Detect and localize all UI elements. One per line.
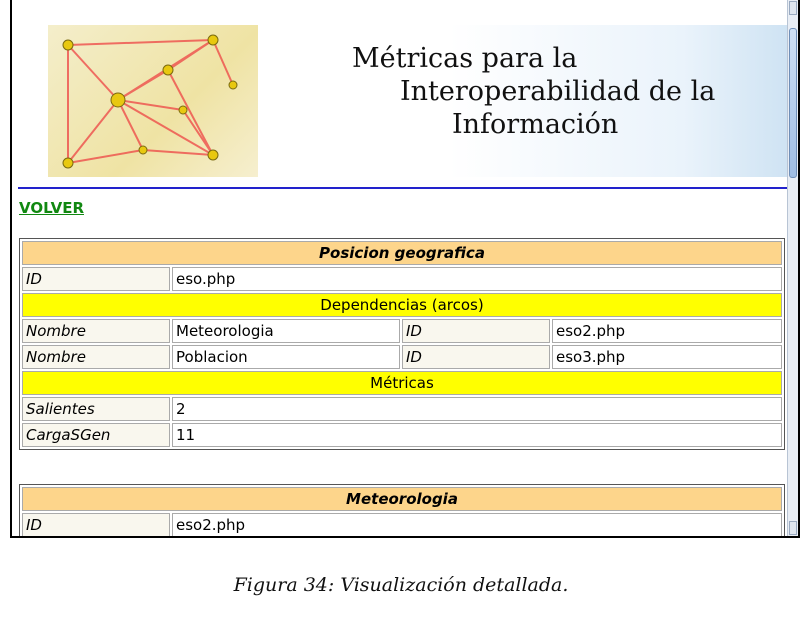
node-table-posicion-geografica: Posicion geografica ID eso.php Dependenc… (19, 238, 785, 450)
site-title-line-1: Métricas para la (352, 43, 578, 74)
metric-value: 2 (172, 397, 782, 421)
metric-row: Salientes 2 (22, 397, 782, 421)
browser-viewport: Métricas para la Interoperabilidad de la… (10, 0, 800, 538)
page-content: Métricas para la Interoperabilidad de la… (12, 0, 790, 536)
dependency-name-label: Nombre (22, 319, 170, 343)
vertical-scrollbar[interactable] (787, 0, 798, 536)
id-label: ID (22, 267, 170, 291)
dependency-row: Nombre Poblacion ID eso3.php (22, 345, 782, 369)
site-title-line-2: Interoperabilidad de la (400, 76, 716, 107)
metric-label: Salientes (22, 397, 170, 421)
dependency-id-label: ID (402, 345, 550, 369)
site-title: Métricas para la Interoperabilidad de la… (352, 42, 715, 141)
dependency-name-label: Nombre (22, 345, 170, 369)
scroll-up-arrow-icon[interactable] (789, 1, 797, 15)
node-table-meteorologia: Meteorologia ID eso2.php (19, 484, 785, 536)
scroll-down-arrow-icon[interactable] (789, 521, 797, 535)
dependency-row: Nombre Meteorologia ID eso2.php (22, 319, 782, 343)
dependency-name: Poblacion (172, 345, 400, 369)
scrollbar-thumb[interactable] (789, 28, 797, 178)
id-value: eso.php (172, 267, 782, 291)
metric-row: CargaSGen 11 (22, 423, 782, 447)
site-banner: Métricas para la Interoperabilidad de la… (12, 0, 788, 189)
id-value: eso2.php (172, 513, 782, 536)
header-divider (18, 187, 788, 189)
metric-value: 11 (172, 423, 782, 447)
dependency-id: eso2.php (552, 319, 782, 343)
dependency-id: eso3.php (552, 345, 782, 369)
metrics-header: Métricas (22, 371, 782, 395)
dependency-name: Meteorologia (172, 319, 400, 343)
dependencies-header: Dependencias (arcos) (22, 293, 782, 317)
table-title: Posicion geografica (22, 241, 782, 265)
site-title-line-3: Información (452, 109, 619, 140)
table-title: Meteorologia (22, 487, 782, 511)
dependency-id-label: ID (402, 319, 550, 343)
id-label: ID (22, 513, 170, 536)
volver-link[interactable]: VOLVER (19, 199, 84, 217)
network-graph-image (48, 25, 258, 177)
figure-caption: Figura 34: Visualización detallada. (233, 574, 569, 596)
metric-label: CargaSGen (22, 423, 170, 447)
